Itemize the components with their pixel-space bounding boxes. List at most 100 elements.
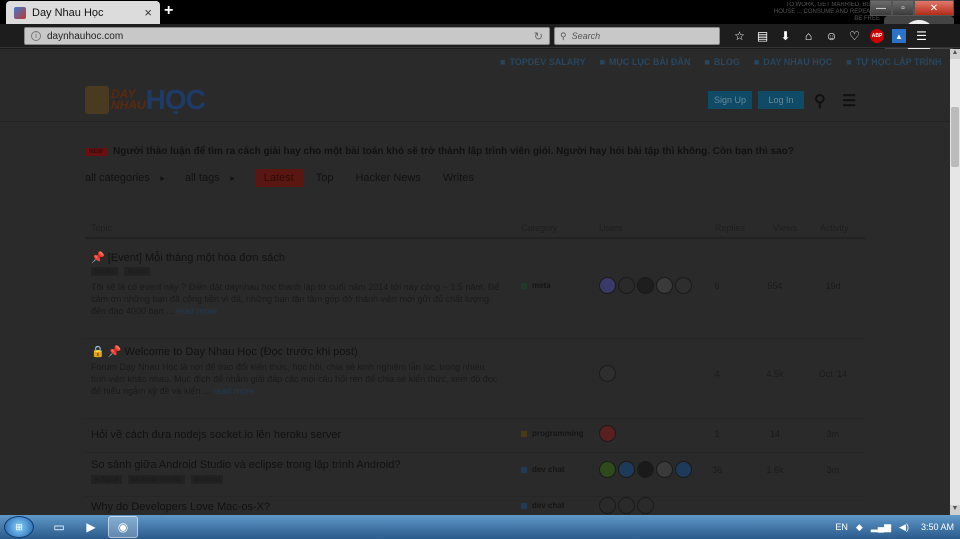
avatar[interactable]: [599, 425, 616, 442]
topic-title[interactable]: Hỏi về cách đưa nodejs socket.io lên her…: [91, 429, 341, 441]
top-link-facebook[interactable]: DAY NHAU HỌC: [754, 57, 832, 67]
topic-row[interactable]: Hỏi về cách đưa nodejs socket.io lên her…: [85, 419, 865, 453]
hamburger-menu-icon[interactable]: ☰: [842, 91, 856, 111]
column-views[interactable]: Views: [773, 223, 797, 233]
extension-icon[interactable]: ▲: [892, 29, 906, 43]
activity-time[interactable]: Oct '14: [813, 369, 853, 379]
scroll-down-icon[interactable]: ▼: [950, 505, 960, 515]
topic-row[interactable]: 📌 [Event] Mỗi tháng một hóa đơn sách book…: [85, 245, 865, 339]
view-count[interactable]: 4.5k: [755, 369, 795, 379]
view-count[interactable]: 1.6k: [755, 465, 795, 475]
avatar[interactable]: [599, 277, 616, 294]
avatar[interactable]: [656, 461, 673, 478]
activity-time[interactable]: 3m: [813, 429, 853, 439]
activity-time[interactable]: 19d: [813, 281, 853, 291]
firefox-icon[interactable]: ◉: [108, 516, 138, 538]
avatar[interactable]: [637, 497, 654, 514]
site-logo[interactable]: DAY NHAU HỌC: [85, 84, 206, 116]
star-icon[interactable]: ☆: [728, 28, 751, 44]
activity-time[interactable]: 3m: [813, 465, 853, 475]
top-link-learn[interactable]: TỰ HỌC LẬP TRÌNH: [846, 57, 942, 67]
signup-button[interactable]: Sign Up: [708, 91, 752, 109]
column-activity[interactable]: Activity: [820, 223, 849, 233]
start-button[interactable]: ⊞: [4, 516, 34, 538]
topic-row[interactable]: Why do Developers Love Mac-os-X? dev chat: [85, 497, 865, 515]
site-info-icon[interactable]: i: [31, 31, 41, 41]
topic-title[interactable]: 🔒 📌 Welcome to Day Nhau Học (Đọc trước k…: [91, 345, 358, 358]
volume-icon[interactable]: ◀): [899, 522, 909, 533]
scrollbar-thumb[interactable]: [951, 107, 959, 167]
reader-icon[interactable]: ▤: [751, 28, 774, 44]
reply-count[interactable]: 1: [697, 429, 737, 439]
menu-icon[interactable]: ☰: [910, 28, 933, 44]
topic-title[interactable]: 📌 [Event] Mỗi tháng một hóa đơn sách: [91, 251, 285, 264]
avatar[interactable]: [637, 461, 654, 478]
url-bar[interactable]: i daynhauhoc.com ↻: [24, 27, 550, 45]
reply-count[interactable]: 6: [697, 281, 737, 291]
adblock-icon[interactable]: ABP: [870, 29, 884, 43]
topic-tag[interactable]: android: [190, 475, 224, 484]
close-window-button[interactable]: ✕: [914, 0, 954, 16]
topic-title[interactable]: Why do Developers Love Mac-os-X?: [91, 501, 270, 513]
home-icon[interactable]: ⌂: [797, 28, 820, 44]
topic-title[interactable]: So sánh giữa Android Studio và eclipse t…: [91, 459, 400, 471]
avatar[interactable]: [599, 365, 616, 382]
topic-row[interactable]: 🔒 📌 Welcome to Day Nhau Học (Đọc trước k…: [85, 339, 865, 419]
avatar[interactable]: [656, 277, 673, 294]
avatar[interactable]: [618, 461, 635, 478]
topic-tag[interactable]: event: [124, 267, 150, 276]
topic-category-badge[interactable]: meta: [521, 281, 551, 290]
view-count[interactable]: 554: [755, 281, 795, 291]
maximize-button[interactable]: ▫: [892, 0, 914, 16]
reload-icon[interactable]: ↻: [534, 30, 543, 43]
url-text[interactable]: daynhauhoc.com: [47, 31, 534, 42]
tab-close-icon[interactable]: ×: [144, 5, 152, 20]
tab-top[interactable]: Top: [307, 169, 343, 187]
minimize-button[interactable]: —: [870, 0, 892, 16]
read-more-link[interactable]: read more: [213, 386, 254, 396]
search-icon[interactable]: ⚲: [814, 91, 826, 111]
top-link-topdev[interactable]: TOPDEV SALARY: [500, 57, 585, 67]
topic-tag[interactable]: android-studio: [127, 475, 185, 484]
download-icon[interactable]: ⬇: [774, 28, 797, 44]
media-player-icon[interactable]: ▶: [76, 516, 106, 538]
new-tab-button[interactable]: +: [164, 2, 173, 20]
topic-row[interactable]: So sánh giữa Android Studio và eclipse t…: [85, 453, 865, 497]
pocket-icon[interactable]: ♡: [843, 28, 866, 44]
file-explorer-icon[interactable]: ▭: [44, 516, 74, 538]
topic-category-badge[interactable]: programming: [521, 429, 584, 438]
tab-writes[interactable]: Writes: [434, 169, 483, 187]
top-link-blog[interactable]: BLOG: [704, 57, 740, 67]
tag-dropdown[interactable]: all tags: [185, 172, 235, 184]
tray-app-icon[interactable]: ◆: [856, 522, 863, 533]
category-dropdown[interactable]: all categories: [85, 172, 165, 184]
avatar[interactable]: [637, 277, 654, 294]
column-category[interactable]: Category: [521, 223, 558, 233]
topic-tag[interactable]: books: [91, 267, 119, 276]
column-topic[interactable]: Topic: [91, 223, 112, 233]
top-link-index[interactable]: MỤC LỤC BÀI ĐĂN: [599, 57, 691, 67]
page-scrollbar[interactable]: ▲ ▼: [950, 49, 960, 515]
reply-count[interactable]: 36: [697, 465, 737, 475]
tab-latest[interactable]: Latest: [254, 169, 303, 187]
view-count[interactable]: 14: [755, 429, 795, 439]
avatar[interactable]: [599, 497, 616, 514]
topic-category-badge[interactable]: dev chat: [521, 501, 564, 510]
scroll-up-icon[interactable]: ▲: [950, 49, 960, 59]
avatar[interactable]: [599, 461, 616, 478]
avatar[interactable]: [675, 277, 692, 294]
browser-search-input[interactable]: ⚲ Search: [554, 27, 720, 45]
avatar[interactable]: [618, 497, 635, 514]
read-more-link[interactable]: read more: [176, 306, 217, 316]
language-indicator[interactable]: EN: [835, 522, 848, 532]
topic-tag[interactable]: eclipse: [91, 475, 122, 484]
avatar[interactable]: [618, 277, 635, 294]
column-replies[interactable]: Replies: [715, 223, 745, 233]
avatar[interactable]: [675, 461, 692, 478]
browser-tab[interactable]: Day Nhau Học ×: [6, 1, 160, 24]
login-button[interactable]: Log In: [758, 91, 804, 109]
chat-icon[interactable]: ☺: [820, 28, 843, 44]
clock[interactable]: 3:50 AM: [921, 522, 954, 532]
topic-category-badge[interactable]: dev chat: [521, 465, 564, 474]
tab-hacker-news[interactable]: Hacker News: [346, 169, 429, 187]
